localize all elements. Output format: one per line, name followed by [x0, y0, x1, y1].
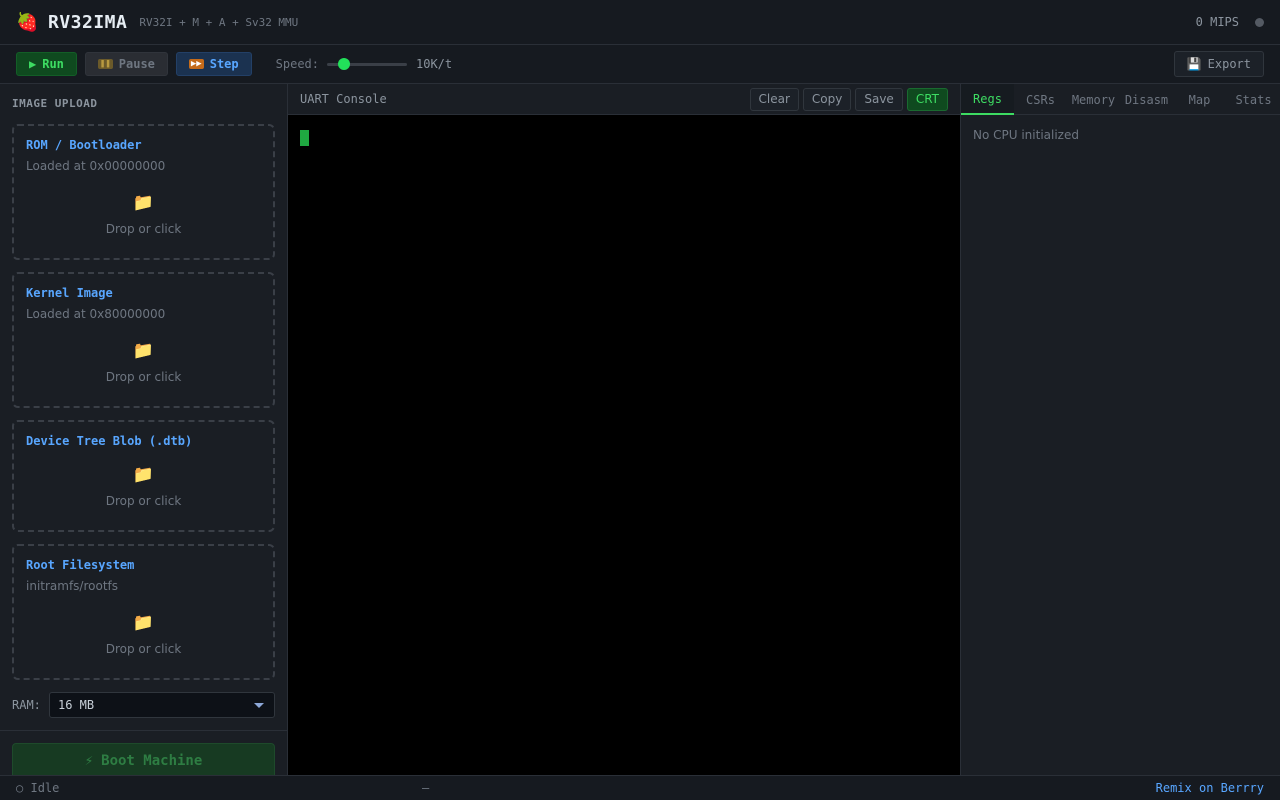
speed-label: Speed:	[275, 57, 319, 71]
lightning-icon: ⚡	[84, 753, 94, 769]
pause-button[interactable]: ❚❚ Pause	[84, 52, 168, 76]
machine-state-text: Idle	[30, 781, 60, 795]
rootfs-card-subtitle: initramfs/rootfs	[26, 579, 119, 593]
boot-machine-label: Boot Machine	[101, 753, 203, 769]
terminal-cursor	[300, 130, 309, 146]
clear-button[interactable]: Clear	[749, 87, 799, 111]
console-title: UART Console	[300, 92, 387, 106]
folder-icon: 📁	[132, 613, 155, 633]
kernel-upload-dropzone[interactable]: Kernel Image Loaded at 0x80000000 📁 Drop…	[12, 272, 275, 408]
kernel-drop-text: Drop or click	[105, 370, 182, 384]
app-subtitle: RV32I + M + A + Sv32 MMU	[139, 15, 299, 29]
play-icon: ▶	[29, 57, 37, 71]
speed-slider[interactable]	[327, 57, 407, 71]
tab-regs[interactable]: Regs	[961, 84, 1014, 115]
ram-select[interactable]: 16 MB	[49, 692, 275, 718]
tab-csrs[interactable]: CSRs	[1014, 84, 1067, 115]
step-button-label: Step	[209, 57, 239, 71]
image-upload-heading: IMAGE UPLOAD	[12, 97, 98, 110]
ram-label: RAM:	[12, 698, 41, 712]
run-button[interactable]: ▶ Run	[16, 52, 77, 76]
status-bar: ○ Idle — Remix on Berrry	[0, 775, 1280, 800]
rom-drop-text: Drop or click	[105, 222, 182, 236]
machine-state: ○ Idle	[16, 781, 59, 795]
ram-select-value: 16 MB	[58, 698, 95, 712]
tab-disasm[interactable]: Disasm	[1120, 84, 1173, 115]
kernel-card-subtitle: Loaded at 0x80000000	[26, 307, 166, 321]
dtb-drop-text: Drop or click	[105, 494, 182, 508]
mips-readout: 0 MIPS	[1195, 15, 1239, 29]
rom-card-title: ROM / Bootloader	[26, 138, 142, 152]
app-header: 🍓 RV32IMA RV32I + M + A + Sv32 MMU 0 MIP…	[0, 0, 1280, 45]
speed-slider-thumb[interactable]	[338, 58, 350, 70]
rom-upload-dropzone[interactable]: ROM / Bootloader Loaded at 0x00000000 📁 …	[12, 124, 275, 260]
status-indicator-icon	[1255, 17, 1264, 27]
folder-icon: 📁	[132, 465, 155, 485]
tab-memory[interactable]: Memory	[1067, 84, 1120, 115]
remix-link[interactable]: Remix on Berrry	[1156, 781, 1264, 795]
app-title: RV32IMA	[48, 11, 128, 33]
dtb-upload-dropzone[interactable]: Device Tree Blob (.dtb) 📁 Drop or click	[12, 420, 275, 532]
copy-button[interactable]: Copy	[802, 87, 852, 111]
status-center-text: —	[422, 781, 430, 795]
divider	[0, 730, 287, 731]
uart-console-panel: UART Console Clear Copy Save CRT	[288, 84, 960, 775]
empty-state-message: No CPU initialized	[973, 128, 1079, 142]
toolbar: ▶ Run ❚❚ Pause ▶▶ Step Speed: 10K/t 💾 Ex…	[0, 45, 1280, 84]
step-button[interactable]: ▶▶ Step	[175, 52, 252, 76]
floppy-disk-icon: 💾	[1186, 57, 1202, 71]
rootfs-drop-text: Drop or click	[105, 642, 182, 656]
tab-stats[interactable]: Stats	[1226, 84, 1280, 115]
circle-icon: ○	[16, 781, 24, 795]
chevron-down-icon	[254, 703, 264, 708]
fast-forward-icon: ▶▶	[188, 59, 204, 69]
image-upload-panel: IMAGE UPLOAD ROM / Bootloader Loaded at …	[0, 84, 288, 775]
strawberry-logo-icon: 🍓	[16, 11, 39, 33]
kernel-card-title: Kernel Image	[26, 286, 113, 300]
export-button-label: Export	[1207, 57, 1251, 71]
inspector-panel: Regs CSRs Memory Disasm Map Stats No CPU…	[960, 84, 1280, 775]
folder-icon: 📁	[132, 193, 155, 213]
console-header: UART Console Clear Copy Save CRT	[288, 84, 960, 115]
boot-machine-button[interactable]: ⚡ Boot Machine	[12, 743, 275, 775]
folder-icon: 📁	[132, 341, 155, 361]
ram-row: RAM: 16 MB	[12, 692, 275, 718]
inspector-tabs: Regs CSRs Memory Disasm Map Stats	[961, 84, 1280, 115]
pause-button-label: Pause	[118, 57, 155, 71]
rootfs-upload-dropzone[interactable]: Root Filesystem initramfs/rootfs 📁 Drop …	[12, 544, 275, 680]
speed-value: 10K/t	[416, 57, 453, 71]
rom-card-subtitle: Loaded at 0x00000000	[26, 159, 166, 173]
rootfs-card-title: Root Filesystem	[26, 558, 135, 572]
export-button[interactable]: 💾 Export	[1173, 51, 1264, 77]
crt-toggle-button[interactable]: CRT	[906, 87, 948, 111]
run-button-label: Run	[42, 57, 64, 71]
save-button[interactable]: Save	[855, 87, 903, 111]
console-output[interactable]	[288, 115, 960, 775]
tab-map[interactable]: Map	[1173, 84, 1226, 115]
dtb-card-title: Device Tree Blob (.dtb)	[26, 434, 193, 448]
pause-icon: ❚❚	[97, 59, 113, 69]
